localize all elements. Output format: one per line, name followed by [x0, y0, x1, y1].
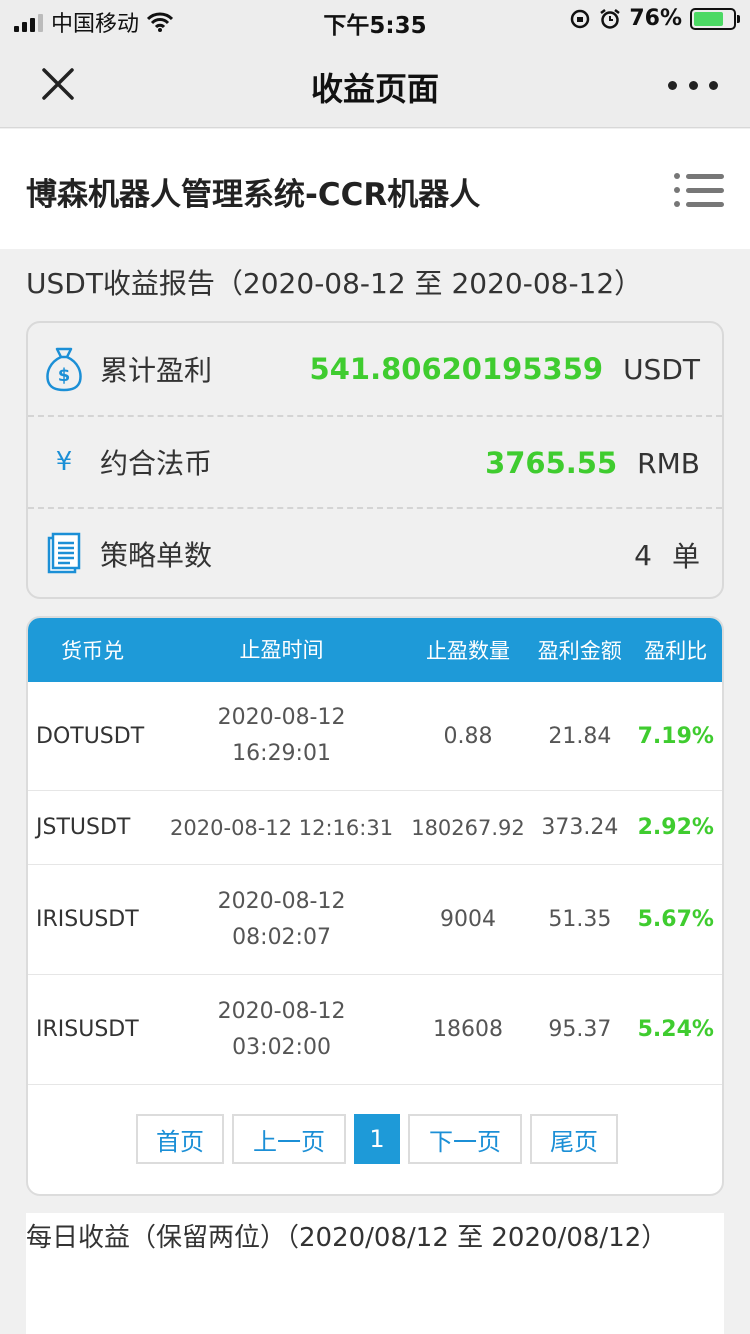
status-bar: 中国移动 下午5:35 76% — [0, 0, 750, 40]
more-icon[interactable] — [668, 70, 718, 100]
col-pair: 货币兑 — [61, 639, 125, 663]
cell-ratio: 5.67% — [637, 907, 714, 932]
orders-label: 策略单数 — [100, 539, 213, 572]
cell-qty: 18608 — [432, 1017, 503, 1042]
orders-value: 4 — [634, 538, 652, 572]
svg-text:$: $ — [58, 365, 71, 386]
table-row: IRISUSDT 2020-08-12 08:02:07 9004 51.35 … — [28, 865, 722, 975]
cell-pair: DOTUSDT — [36, 723, 145, 749]
alarm-icon — [600, 8, 621, 29]
cell-clock: 16:29:01 — [232, 741, 331, 766]
profit-value-group: 541.80620195359 USDT — [310, 323, 700, 415]
daily-section: 每日收益（保留两位）（2020/08/12 至 2020/08/12） — [26, 1213, 724, 1334]
summary-row-profit: $ 累计盈利 541.80620195359 USDT — [28, 323, 722, 415]
profit-unit: USDT — [623, 352, 700, 386]
fiat-unit: RMB — [637, 446, 700, 480]
cell-ratio: 7.19% — [637, 723, 714, 749]
col-time: 止盈时间 — [239, 638, 324, 662]
cell-time: 2020-08-12 03:02:00 — [157, 994, 406, 1066]
report-title: USDT收益报告（2020-08-12 至 2020-08-12） — [26, 267, 643, 300]
cell-date: 2020-08-12 — [217, 705, 346, 730]
cell-pair: IRISUSDT — [36, 907, 139, 932]
cell-amount: 51.35 — [548, 907, 612, 932]
cell-date: 2020-08-12 — [217, 888, 346, 914]
cell-clock: 03:02:00 — [232, 1034, 331, 1060]
app-header: 博森机器人管理系统-CCR机器人 — [0, 129, 750, 249]
profit-value: 541.80620195359 — [309, 352, 604, 386]
cell-ratio: 5.24% — [637, 1017, 714, 1042]
cell-time: 2020-08-12 08:02:07 — [157, 884, 406, 956]
col-qty: 止盈数量 — [425, 639, 510, 663]
cell-qty: 9004 — [439, 907, 496, 932]
profit-label: 累计盈利 — [100, 354, 213, 387]
rotation-lock-icon — [571, 9, 590, 28]
battery-percent: 76% — [629, 6, 682, 31]
table-row: DOTUSDT 2020-08-12 16:29:01 0.88 21.84 7… — [28, 682, 722, 791]
table-row: IRISUSDT 2020-08-12 03:02:00 18608 95.37… — [28, 975, 722, 1085]
cell-amount: 373.24 — [541, 815, 619, 840]
document-icon — [28, 508, 100, 597]
cell-qty: 180267.92 — [411, 815, 525, 840]
cell-time: 2020-08-12 12:16:31 — [170, 815, 394, 840]
cell-clock: 08:02:07 — [232, 924, 331, 950]
next-page-button[interactable]: 下一页 — [408, 1114, 522, 1164]
cell-amount: 95.37 — [548, 1017, 612, 1042]
prev-page-button[interactable]: 上一页 — [232, 1114, 346, 1164]
summary-card: $ 累计盈利 541.80620195359 USDT ¥ 约合法币 3765.… — [26, 321, 724, 599]
cell-pair: JSTUSDT — [36, 815, 131, 840]
status-right: 76% — [569, 6, 740, 31]
current-page-button[interactable]: 1 — [354, 1114, 400, 1164]
battery-icon — [690, 7, 740, 30]
col-ratio: 盈利比 — [644, 639, 708, 663]
page-title: 收益页面 — [310, 70, 439, 108]
cell-pair: IRISUSDT — [36, 1017, 139, 1042]
money-bag-icon: $ — [28, 323, 100, 415]
table-header: 货币兑 止盈时间 止盈数量 盈利金额 盈利比 — [28, 618, 722, 682]
col-amount: 盈利金额 — [537, 639, 622, 663]
fiat-value-group: 3765.55 RMB — [485, 417, 700, 509]
pagination: 首页 上一页 1 下一页 尾页 — [28, 1114, 722, 1164]
app-title: 博森机器人管理系统-CCR机器人 — [26, 177, 481, 213]
cell-amount: 21.84 — [548, 723, 612, 749]
cell-date: 2020-08-12 — [217, 998, 346, 1024]
summary-row-orders: 策略单数 4 单 — [28, 507, 722, 597]
yen-icon: ¥ — [55, 447, 73, 477]
cell-ratio: 2.92% — [637, 815, 714, 840]
daily-title: 每日收益（保留两位）（2020/08/12 至 2020/08/12） — [26, 1223, 668, 1253]
summary-row-fiat: ¥ 约合法币 3765.55 RMB — [28, 415, 722, 507]
orders-value-group: 4 单 — [634, 509, 700, 597]
fiat-value: 3765.55 — [485, 446, 618, 480]
fiat-label: 约合法币 — [100, 447, 213, 480]
cell-time: 2020-08-12 16:29:01 — [157, 700, 406, 772]
profit-table: 货币兑 止盈时间 止盈数量 盈利金额 盈利比 DOTUSDT 2020-08-1… — [26, 616, 724, 1196]
orders-unit: 单 — [671, 540, 700, 573]
nav-bar: 收益页面 — [0, 40, 750, 128]
cell-qty: 0.88 — [443, 723, 493, 749]
first-page-button[interactable]: 首页 — [136, 1114, 224, 1164]
last-page-button[interactable]: 尾页 — [530, 1114, 618, 1164]
menu-icon[interactable] — [674, 169, 724, 211]
table-row: JSTUSDT 2020-08-12 12:16:31 180267.92 37… — [28, 791, 722, 865]
